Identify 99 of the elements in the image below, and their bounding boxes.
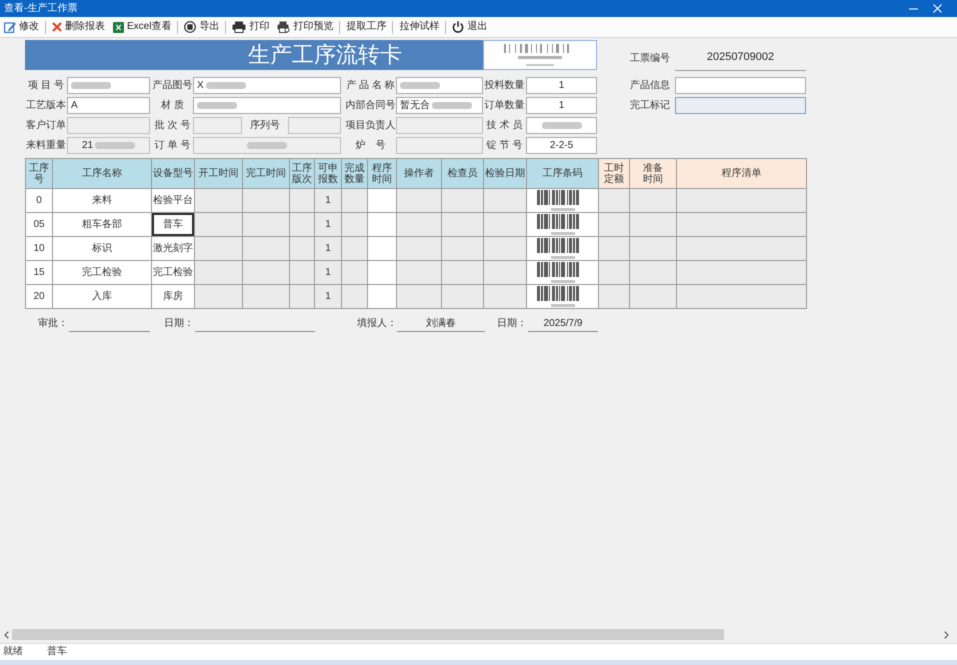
table-cell: 05	[26, 212, 52, 236]
column-header: 检查员	[442, 158, 484, 188]
toolbar-button[interactable]: Excel查看	[112, 18, 172, 36]
minimize-icon	[908, 8, 918, 10]
card-title: 生产工序流转卡	[248, 44, 402, 66]
table-cell: 20	[26, 284, 52, 308]
column-header: 操作者	[396, 158, 442, 188]
window-title: 查看-生产工作票	[3, 4, 78, 14]
toolbar-button[interactable]: 导出	[183, 18, 220, 36]
table-cell: 1	[314, 188, 342, 212]
table-cell: 15	[26, 260, 52, 284]
column-header: 可申报数	[314, 158, 342, 188]
column-header: 程序时间	[368, 158, 396, 188]
input-field[interactable]: 1	[526, 77, 597, 94]
input-field[interactable]: A	[67, 97, 150, 114]
input-field[interactable]: 暂无合	[396, 97, 483, 114]
scroll-right-icon	[944, 630, 948, 638]
status-text: 普车	[47, 647, 67, 657]
column-header: 工序名称	[52, 158, 152, 188]
scroll-left-icon	[4, 630, 8, 638]
table-cell[interactable]: 完工检验	[152, 260, 194, 284]
table-cell: 1	[314, 284, 342, 308]
field-label: 产品信息	[630, 78, 671, 93]
column-header: 开工时间	[194, 158, 242, 188]
field-label: 完工标记	[630, 98, 671, 113]
delete-x-icon	[52, 22, 62, 32]
field-label: 客户订单	[25, 118, 67, 133]
table-cell: 标识	[52, 236, 152, 260]
column-header: 设备型号	[152, 158, 194, 188]
edit-icon	[4, 21, 16, 33]
field-label: 批 次 号	[154, 118, 192, 133]
field-label: 投料数量	[484, 78, 526, 93]
table-cell: 1	[314, 212, 342, 236]
column-header: 工序号	[26, 158, 52, 188]
table-cell: 1	[314, 260, 342, 284]
table-cell: 入库	[52, 284, 152, 308]
column-header: 工时定额	[598, 158, 630, 188]
field-label: 内部合同号	[345, 98, 396, 113]
input-field[interactable]: 2-2-5	[526, 137, 597, 154]
table-cell: 10	[26, 236, 52, 260]
table-cell[interactable]: 激光刻字	[152, 236, 194, 260]
signature-line[interactable]: 2025/7/9	[528, 317, 598, 332]
status-text: 就绪	[2, 647, 24, 657]
toolbar-button[interactable]: 删除报表	[51, 18, 106, 36]
field-label: 产品图号	[152, 78, 193, 93]
input-field[interactable]: 1	[526, 97, 597, 114]
signature-label: 日期：	[164, 317, 195, 331]
scrollbar-thumb[interactable]	[12, 629, 724, 640]
print-preview-icon	[277, 21, 290, 33]
field-label: 项目负责人	[345, 118, 396, 133]
toolbar-button[interactable]: 提取工序	[345, 18, 388, 36]
table-cell: 0	[26, 188, 52, 212]
signature-label: 日期：	[497, 317, 528, 331]
table-cell: 1	[314, 236, 342, 260]
table-cell: 粗车各部	[52, 212, 152, 236]
toolbar-button[interactable]: 打印	[231, 18, 270, 36]
power-icon	[452, 21, 464, 33]
signature-label: 审批：	[38, 317, 69, 331]
toolbar-button[interactable]: 修改	[3, 18, 40, 36]
export-disc-icon	[184, 21, 196, 33]
table-cell[interactable]: 检验平台	[152, 188, 194, 212]
column-header: 工序版次	[290, 158, 314, 188]
field-label: 来料重量	[25, 138, 67, 153]
input-field[interactable]	[193, 97, 341, 114]
input-field[interactable]	[396, 77, 483, 94]
ticket-number: 20250709002	[675, 51, 806, 71]
input-field[interactable]: X	[193, 77, 341, 94]
field-label: 订 单 号	[154, 138, 192, 153]
column-header: 准备时间	[630, 158, 676, 188]
column-header: 工序条码	[526, 158, 598, 188]
column-header: 检验日期	[484, 158, 526, 188]
field-label: 订单数量	[484, 98, 526, 113]
column-header: 完工时间	[242, 158, 290, 188]
table-cell[interactable]: 普车	[152, 212, 194, 236]
input-field[interactable]	[67, 77, 150, 94]
field-label: 工票编号	[630, 52, 671, 65]
signature-line[interactable]: 刘满春	[397, 317, 485, 332]
toolbar-button[interactable]: 打印预览	[276, 18, 334, 36]
field-label: 材 质	[160, 98, 185, 113]
field-label: 工艺版本	[25, 98, 67, 113]
toolbar-button[interactable]: 拉伸试样	[398, 18, 440, 36]
field-label: 产 品 名 称	[345, 78, 396, 93]
close-icon	[932, 4, 942, 13]
table-cell: 来料	[52, 188, 152, 212]
table-cell: 完工检验	[52, 260, 152, 284]
input-field[interactable]	[675, 77, 806, 94]
field-label: 序列号	[249, 118, 281, 133]
column-header: 程序清单	[676, 158, 806, 188]
column-header: 完成数量	[342, 158, 368, 188]
field-label: 项 目 号	[27, 79, 65, 93]
spreadsheet-icon	[113, 22, 124, 32]
table-cell[interactable]: 库房	[152, 284, 194, 308]
printer-icon	[232, 21, 246, 33]
field-label: 技 术 员	[486, 118, 524, 133]
toolbar-button[interactable]: 退出	[451, 18, 488, 36]
signature-label: 填报人：	[357, 317, 397, 331]
field-label: 炉 号	[354, 138, 386, 153]
input-field[interactable]	[526, 117, 597, 134]
field-label: 锭 节 号	[486, 138, 524, 153]
